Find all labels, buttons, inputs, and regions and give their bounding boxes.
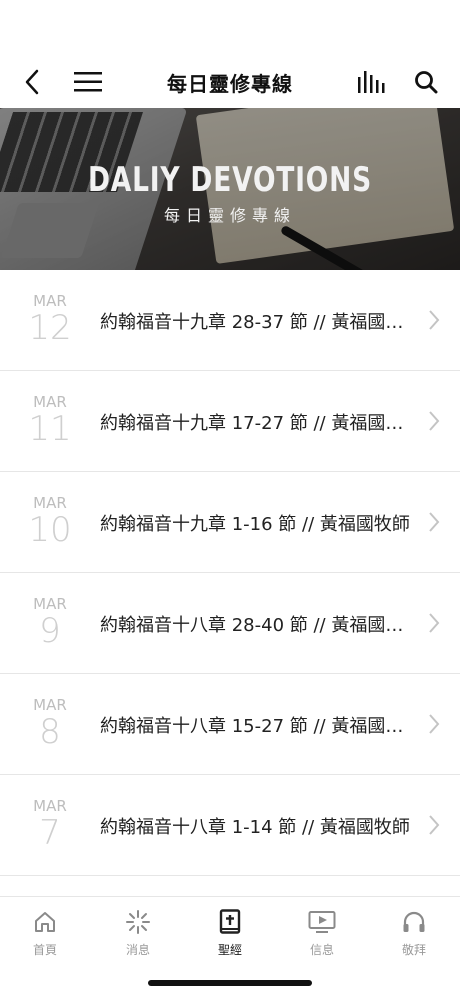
headphones-icon bbox=[403, 911, 425, 932]
list-item[interactable]: MAR 8 約翰福音十八章 15-27 節 // 黃福國牧師 bbox=[0, 674, 460, 775]
devotion-title: 約翰福音十九章 28-37 節 // 黃福國牧師 bbox=[100, 312, 412, 333]
date-day: 11 bbox=[28, 409, 72, 449]
tab-label: 首頁 bbox=[32, 943, 57, 957]
devotion-title: 約翰福音十九章 17-27 節 // 黃福國牧師 bbox=[100, 413, 412, 434]
sparkle-news-icon bbox=[126, 910, 150, 934]
search-button[interactable] bbox=[408, 64, 444, 100]
chevron-right-icon bbox=[429, 310, 440, 330]
tab-news[interactable]: 消息 bbox=[103, 907, 173, 958]
tab-bible[interactable]: 聖經 bbox=[195, 907, 265, 958]
date-day: 8 bbox=[39, 712, 61, 752]
tab-label: 敬拜 bbox=[401, 943, 426, 957]
devotion-title: 約翰福音十八章 1-14 節 // 黃福國牧師 bbox=[100, 817, 410, 838]
tab-worship[interactable]: 敬拜 bbox=[379, 907, 449, 958]
tab-sermons[interactable]: 信息 bbox=[287, 907, 357, 958]
devotion-title: 約翰福音十八章 15-27 節 // 黃福國牧師 bbox=[100, 716, 412, 737]
video-play-icon bbox=[308, 911, 336, 933]
banner: DALIY DEVOTIONS 每日靈修專線 bbox=[0, 108, 460, 270]
tab-home[interactable]: 首頁 bbox=[10, 907, 80, 958]
list-item[interactable]: MAR 12 約翰福音十九章 28-37 節 // 黃福國牧師 bbox=[0, 270, 460, 371]
bible-icon bbox=[219, 909, 241, 934]
tab-label: 消息 bbox=[125, 943, 150, 957]
devotion-title: 約翰福音十八章 28-40 節 // 黃福國牧師 bbox=[100, 615, 412, 636]
tab-label: 聖經 bbox=[217, 943, 242, 957]
audio-bars-icon bbox=[358, 71, 385, 93]
list-item[interactable]: MAR 10 約翰福音十九章 1-16 節 // 黃福國牧師 bbox=[0, 472, 460, 573]
date-day: 10 bbox=[28, 510, 72, 550]
chevron-right-icon bbox=[429, 411, 440, 431]
chevron-right-icon bbox=[429, 512, 440, 532]
devotion-list: MAR 12 約翰福音十九章 28-37 節 // 黃福國牧師 MAR 11 約… bbox=[0, 270, 460, 896]
home-icon bbox=[35, 912, 55, 932]
date-day: 7 bbox=[39, 813, 61, 853]
search-icon bbox=[415, 71, 438, 94]
devotion-title: 約翰福音十九章 1-16 節 // 黃福國牧師 bbox=[100, 514, 410, 535]
date-day: 9 bbox=[39, 611, 61, 651]
banner-title: DALIY DEVOTIONS bbox=[88, 160, 372, 200]
navigation-bar: 每日靈修專線 bbox=[0, 56, 460, 108]
list-item[interactable]: MAR 9 約翰福音十八章 28-40 節 // 黃福國牧師 bbox=[0, 573, 460, 674]
list-item[interactable]: MAR 7 約翰福音十八章 1-14 節 // 黃福國牧師 bbox=[0, 775, 460, 876]
chevron-right-icon bbox=[429, 714, 440, 734]
audio-button[interactable] bbox=[354, 64, 390, 100]
chevron-right-icon bbox=[429, 815, 440, 835]
chevron-right-icon bbox=[429, 613, 440, 633]
home-indicator[interactable] bbox=[148, 980, 312, 986]
date-day: 12 bbox=[28, 308, 72, 348]
list-item[interactable]: MAR 11 約翰福音十九章 17-27 節 // 黃福國牧師 bbox=[0, 371, 460, 472]
page-title: 每日靈修專線 bbox=[167, 72, 293, 96]
banner-subtitle: 每日靈修專線 bbox=[163, 206, 296, 225]
tab-label: 信息 bbox=[309, 943, 334, 957]
